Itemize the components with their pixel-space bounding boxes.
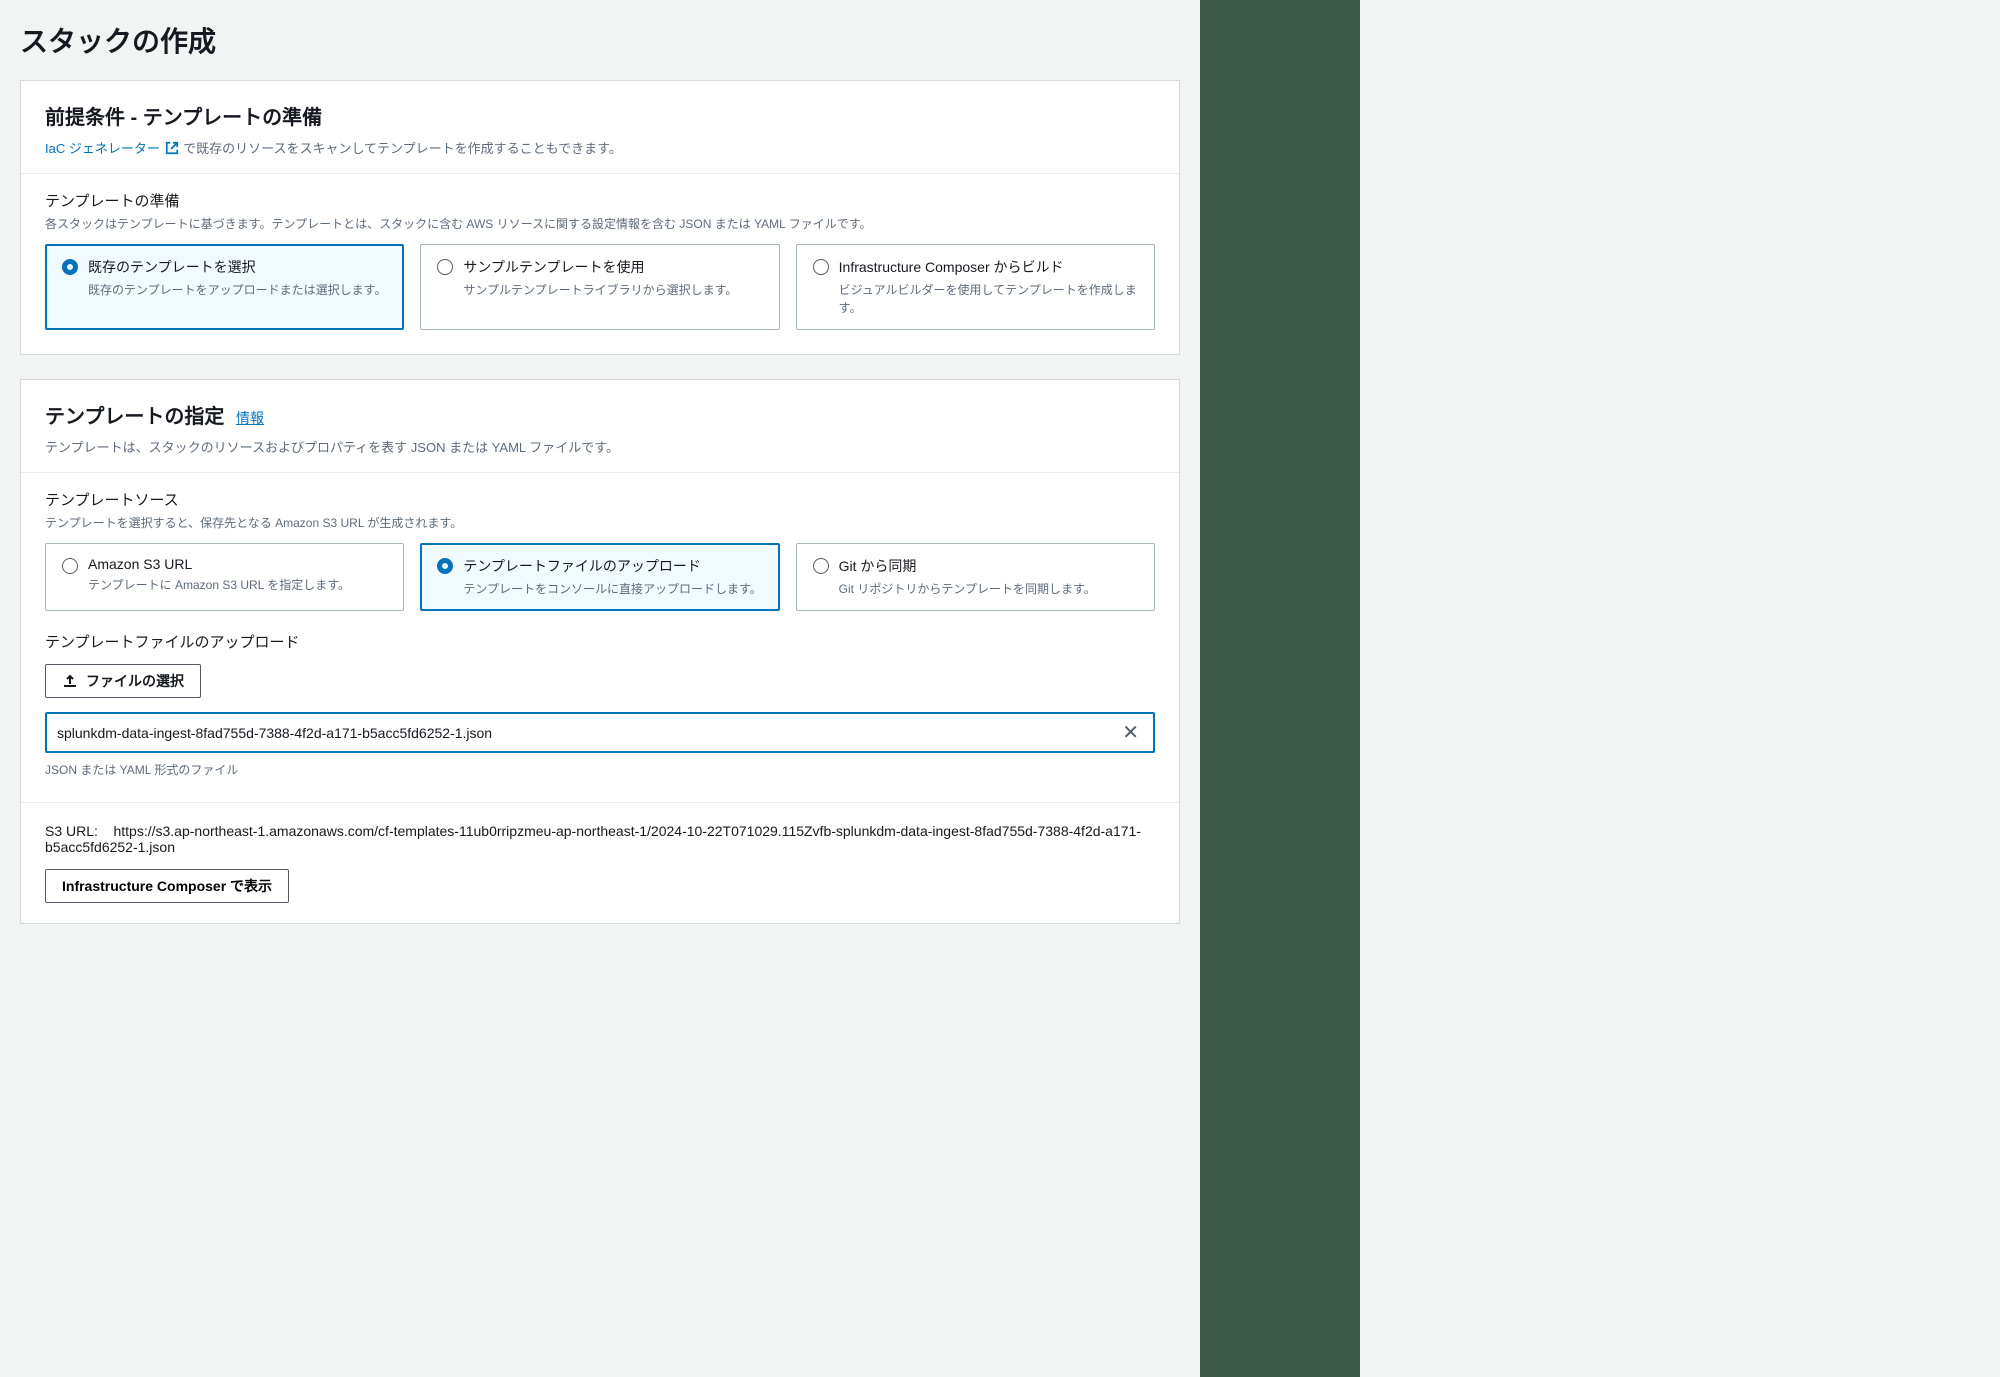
close-icon: ✕ — [1122, 722, 1139, 744]
option-desc: サンプルテンプレートライブラリから選択します。 — [463, 281, 762, 299]
source-desc: テンプレートを選択すると、保存先となる Amazon S3 URL が生成されま… — [45, 514, 1155, 531]
option-s3-url[interactable]: Amazon S3 URL テンプレートに Amazon S3 URL を指定し… — [45, 543, 404, 611]
template-prep-desc: 各スタックはテンプレートに基づきます。テンプレートとは、スタックに含む AWS … — [45, 215, 1155, 232]
template-prep-options: 既存のテンプレートを選択 既存のテンプレートをアップロードまたは選択します。 サ… — [45, 244, 1155, 330]
option-title: Infrastructure Composer からビルド — [839, 257, 1138, 277]
option-desc: 既存のテンプレートをアップロードまたは選択します。 — [88, 281, 387, 299]
view-in-composer-button[interactable]: Infrastructure Composer で表示 — [45, 869, 289, 903]
file-input-row: splunkdm-data-ingest-8fad755d-7388-4f2d-… — [45, 712, 1155, 753]
source-label: テンプレートソース — [45, 489, 1155, 510]
option-title: サンプルテンプレートを使用 — [463, 257, 762, 277]
option-sample-template[interactable]: サンプルテンプレートを使用 サンプルテンプレートライブラリから選択します。 — [420, 244, 779, 330]
option-desc: テンプレートをコンソールに直接アップロードします。 — [463, 580, 762, 598]
page-title: スタックの作成 — [20, 0, 1180, 80]
info-link[interactable]: 情報 — [236, 410, 264, 426]
option-title: 既存のテンプレートを選択 — [88, 257, 387, 277]
file-format-note: JSON または YAML 形式のファイル — [45, 761, 1155, 778]
template-source-options: Amazon S3 URL テンプレートに Amazon S3 URL を指定し… — [45, 543, 1155, 611]
prerequisites-heading: 前提条件 - テンプレートの準備 — [45, 101, 1155, 130]
prerequisites-header: 前提条件 - テンプレートの準備 IaC ジェネレーター で既存のリソースをスキ… — [21, 81, 1179, 173]
specify-heading: テンプレートの指定 情報 — [45, 400, 1155, 429]
radio-icon — [437, 558, 453, 574]
prerequisites-subtext: IaC ジェネレーター で既存のリソースをスキャンしてテンプレートを作成すること… — [45, 138, 1155, 157]
iac-generator-link[interactable]: IaC ジェネレーター — [45, 141, 183, 156]
upload-label: テンプレートファイルのアップロード — [45, 631, 1155, 652]
option-existing-template[interactable]: 既存のテンプレートを選択 既存のテンプレートをアップロードまたは選択します。 — [45, 244, 404, 330]
option-title: Git から同期 — [839, 556, 1138, 576]
clear-file-button[interactable]: ✕ — [1118, 720, 1143, 745]
radio-icon — [813, 558, 829, 574]
specify-desc: テンプレートは、スタックのリソースおよびプロパティを表す JSON または YA… — [45, 437, 1155, 456]
radio-icon — [62, 558, 78, 574]
specify-template-panel: テンプレートの指定 情報 テンプレートは、スタックのリソースおよびプロパティを表… — [20, 379, 1180, 924]
template-prep-label: テンプレートの準備 — [45, 190, 1155, 211]
radio-icon — [437, 259, 453, 275]
upload-icon — [62, 673, 78, 689]
option-git-sync[interactable]: Git から同期 Git リポジトリからテンプレートを同期します。 — [796, 543, 1155, 611]
option-title: テンプレートファイルのアップロード — [463, 556, 762, 576]
template-prep-section: テンプレートの準備 各スタックはテンプレートに基づきます。テンプレートとは、スタ… — [21, 174, 1179, 354]
main-content: スタックの作成 前提条件 - テンプレートの準備 IaC ジェネレーター で既存… — [0, 0, 1200, 1377]
external-link-icon — [165, 141, 179, 155]
option-desc: テンプレートに Amazon S3 URL を指定します。 — [88, 576, 387, 594]
option-desc: Git リポジトリからテンプレートを同期します。 — [839, 580, 1138, 598]
radio-icon — [813, 259, 829, 275]
s3-url-label: S3 URL: — [45, 823, 98, 839]
uploaded-filename: splunkdm-data-ingest-8fad755d-7388-4f2d-… — [57, 725, 1118, 741]
specify-header: テンプレートの指定 情報 テンプレートは、スタックのリソースおよびプロパティを表… — [21, 380, 1179, 472]
option-upload-file[interactable]: テンプレートファイルのアップロード テンプレートをコンソールに直接アップロードし… — [420, 543, 779, 611]
choose-file-button[interactable]: ファイルの選択 — [45, 664, 201, 698]
option-desc: ビジュアルビルダーを使用してテンプレートを作成します。 — [839, 281, 1138, 317]
s3-url-row: S3 URL: https://s3.ap-northeast-1.amazon… — [21, 802, 1179, 923]
prerequisites-panel: 前提条件 - テンプレートの準備 IaC ジェネレーター で既存のリソースをスキ… — [20, 80, 1180, 355]
option-infrastructure-composer[interactable]: Infrastructure Composer からビルド ビジュアルビルダーを… — [796, 244, 1155, 330]
right-sidebar — [1200, 0, 1360, 1377]
option-title: Amazon S3 URL — [88, 556, 387, 572]
radio-icon — [62, 259, 78, 275]
s3-url-value: https://s3.ap-northeast-1.amazonaws.com/… — [45, 823, 1141, 855]
template-source-section: テンプレートソース テンプレートを選択すると、保存先となる Amazon S3 … — [21, 473, 1179, 802]
